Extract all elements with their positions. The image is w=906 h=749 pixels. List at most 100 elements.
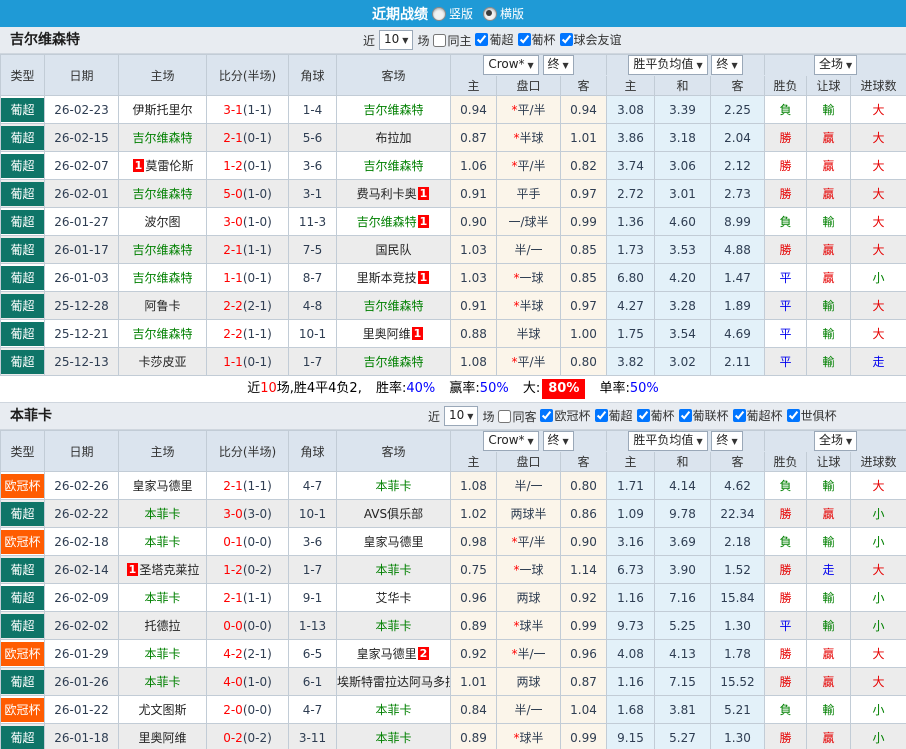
avg-away-value: 2.12 xyxy=(711,152,765,180)
fulltime-score: 3-0 xyxy=(223,215,243,229)
odds-final-select[interactable]: 终▼ xyxy=(543,55,574,75)
away-team: 吉尔维森特1 xyxy=(337,208,451,236)
same-venue-checkbox[interactable] xyxy=(498,410,511,423)
avg-source-select[interactable]: 胜平负均值▼ xyxy=(628,55,707,75)
odds-away-value: 0.99 xyxy=(561,612,607,640)
avg-away-value: 2.18 xyxy=(711,528,765,556)
home-team: 本菲卡 xyxy=(119,528,207,556)
league-checkbox[interactable] xyxy=(679,409,692,422)
odds-source-select[interactable]: Crow*▼ xyxy=(483,431,538,451)
league-checkbox[interactable] xyxy=(475,33,488,46)
vertical-radio[interactable] xyxy=(432,7,446,21)
avg-away-value: 15.52 xyxy=(711,668,765,696)
result-goals: 小 xyxy=(851,500,906,528)
result-group: 全场▼ xyxy=(765,55,906,76)
scope-select[interactable]: 全场▼ xyxy=(814,55,857,75)
league-checkbox[interactable] xyxy=(787,409,800,422)
single-label: 单率: xyxy=(600,381,630,396)
league-checkbox[interactable] xyxy=(518,33,531,46)
league-checkbox[interactable] xyxy=(733,409,746,422)
odds-home-value: 1.08 xyxy=(451,472,497,500)
home-team: 阿鲁卡 xyxy=(119,292,207,320)
odds-home-value: 0.89 xyxy=(451,724,497,749)
home-team: 吉尔维森特 xyxy=(119,180,207,208)
same-venue-filter[interactable]: 同主 xyxy=(431,32,471,49)
handicap-value: 半/一 xyxy=(497,696,561,724)
near-label: 近 xyxy=(363,32,375,49)
home-team: 1圣塔克莱拉 xyxy=(119,556,207,584)
handicap-value: *平/半 xyxy=(497,528,561,556)
league-checkbox[interactable] xyxy=(595,409,608,422)
halftime-score: (0-1) xyxy=(243,271,272,285)
corners-cell: 10-1 xyxy=(289,500,337,528)
odds-final-select[interactable]: 终▼ xyxy=(543,431,574,451)
match-date: 26-01-22 xyxy=(45,696,119,724)
games-count-select[interactable]: 10▼ xyxy=(379,30,413,50)
fulltime-score: 2-1 xyxy=(223,243,243,257)
star-mark: * xyxy=(513,271,519,285)
league-filter[interactable]: 葡联杯 xyxy=(677,407,729,424)
match-row: 欧冠杯26-01-29本菲卡4-2(2-1)6-5皇家马德里20.92*半/一0… xyxy=(1,640,906,668)
league-filter[interactable]: 葡超 xyxy=(473,31,513,48)
redcard-badge: 1 xyxy=(133,159,145,172)
games-count-select[interactable]: 10▼ xyxy=(444,406,478,426)
odds-home-value: 1.08 xyxy=(451,348,497,376)
handicap-value: *半球 xyxy=(497,292,561,320)
avg-final-select[interactable]: 终▼ xyxy=(711,55,742,75)
horizontal-radio-label[interactable]: 横版 xyxy=(500,5,524,22)
score-cell: 3-0(1-0) xyxy=(207,208,289,236)
league-checkbox[interactable] xyxy=(540,409,553,422)
result-goals: 大 xyxy=(851,124,906,152)
league-badge: 葡超 xyxy=(1,614,44,638)
league-filter[interactable]: 球会友谊 xyxy=(558,31,622,48)
horizontal-radio[interactable] xyxy=(483,7,497,21)
halftime-score: (1-1) xyxy=(243,591,272,605)
score-cell: 4-0(1-0) xyxy=(207,668,289,696)
league-checkbox[interactable] xyxy=(560,33,573,46)
league-checkbox[interactable] xyxy=(637,409,650,422)
score-cell: 1-1(0-1) xyxy=(207,348,289,376)
filter-bar: 近 10▼ 场 同客 欧冠杯葡超葡杯葡联杯葡超杯世俱杯 xyxy=(428,403,837,429)
col-corner: 角球 xyxy=(289,431,337,472)
same-venue-checkbox[interactable] xyxy=(433,34,446,47)
avg-home-value: 4.08 xyxy=(607,640,655,668)
avg-source-select[interactable]: 胜平负均值▼ xyxy=(628,431,707,451)
corners-cell: 3-11 xyxy=(289,724,337,749)
chevron-down-icon: ▼ xyxy=(402,36,408,45)
result-handicap: 輸 xyxy=(807,528,851,556)
avg-group: 胜平负均值▼ 终▼ xyxy=(607,431,765,452)
avg-home-value: 1.36 xyxy=(607,208,655,236)
league-filter[interactable]: 葡超杯 xyxy=(731,407,783,424)
league-filter[interactable]: 葡杯 xyxy=(516,31,556,48)
avg-final-select[interactable]: 终▼ xyxy=(711,431,742,451)
avg-home-value: 9.73 xyxy=(607,612,655,640)
league-filter[interactable]: 欧冠杯 xyxy=(538,407,590,424)
odds-home-value: 1.03 xyxy=(451,264,497,292)
big-label: 大: xyxy=(523,381,540,396)
match-row: 葡超26-02-141圣塔克莱拉1-2(0-2)1-7本菲卡0.75*一球1.1… xyxy=(1,556,906,584)
vertical-radio-label[interactable]: 竖版 xyxy=(449,5,473,22)
result-handicap: 輸 xyxy=(807,612,851,640)
halftime-score: (3-0) xyxy=(243,507,272,521)
same-venue-filter[interactable]: 同客 xyxy=(496,408,536,425)
odds-source-select[interactable]: Crow*▼ xyxy=(483,55,538,75)
top-bar: 近期战绩 竖版 横版 xyxy=(0,0,906,27)
col-away: 客场 xyxy=(337,431,451,472)
league-badge: 葡超 xyxy=(1,210,44,234)
result-goals: 大 xyxy=(851,152,906,180)
score-cell: 0-0(0-0) xyxy=(207,612,289,640)
league-filter[interactable]: 世俱杯 xyxy=(785,407,837,424)
fulltime-score: 0-0 xyxy=(223,619,243,633)
fulltime-score: 1-2 xyxy=(223,563,243,577)
avg-home-value: 3.16 xyxy=(607,528,655,556)
away-team: 吉尔维森特 xyxy=(337,152,451,180)
scope-select[interactable]: 全场▼ xyxy=(814,431,857,451)
matches-table-gil-vicente: 类型 日期 主场 比分(半场) 角球 客场 Crow*▼ 终▼ 胜平负均值▼ 终… xyxy=(0,54,906,376)
league-cell: 葡超 xyxy=(1,96,45,124)
match-row: 欧冠杯26-01-22尤文图斯2-0(0-0)4-7本菲卡0.84半/一1.04… xyxy=(1,696,906,724)
league-filter[interactable]: 葡杯 xyxy=(635,407,675,424)
league-filter[interactable]: 葡超 xyxy=(593,407,633,424)
match-date: 25-12-28 xyxy=(45,292,119,320)
league-filters: 欧冠杯葡超葡杯葡联杯葡超杯世俱杯 xyxy=(536,407,836,425)
odds-home-value: 1.01 xyxy=(451,668,497,696)
